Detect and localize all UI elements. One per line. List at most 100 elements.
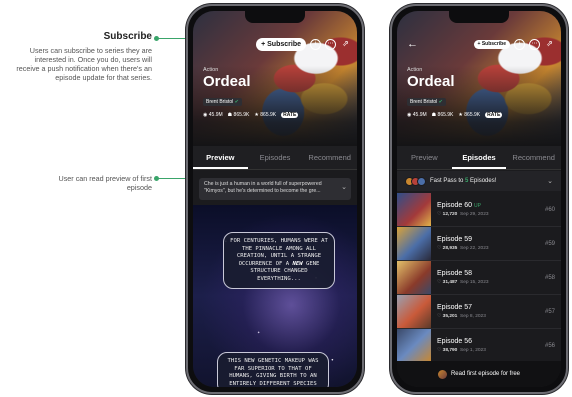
preview-annotation: User can read preview of first episode [36,174,152,192]
episode-row[interactable]: Episode 58 ♡ 31,487 Sep 15, 2023 #58 [397,261,561,295]
star-icon: ★ [458,112,462,118]
subscribe-annotation-body: Users can subscribe to series they are i… [12,46,152,82]
series-meta: Action Ordeal Brent Bristol ✔ ◉ 45.9M ☗ … [203,67,298,118]
info-icon[interactable]: i [514,39,525,50]
episode-preview-panel[interactable]: For centuries, humans were at the pinnac… [193,205,357,387]
subscribers-stat: ☗ 865.9K [432,112,454,118]
episode-number: #58 [545,275,555,281]
series-tabs: Preview Episodes Recommend [397,146,561,170]
fast-pass-count: 5 [465,178,468,184]
episode-thumbnail [397,261,431,294]
episode-row[interactable]: Episode 59 ♡ 28,935 Sep 22, 2023 #59 [397,227,561,261]
share-icon[interactable]: ⇗ [544,39,555,50]
episode-date: Sep 8, 2023 [460,314,486,319]
subscribe-button[interactable]: + Subscribe [256,38,306,51]
more-icon[interactable]: ⋯ [325,39,336,50]
episode-list: Episode 60UP ♡ 12,720 Sep 29, 2023 #60 E… [397,193,561,363]
fast-pass-thumbnails [405,177,426,186]
episode-likes: 12,720 [443,212,458,217]
subscribe-connector-dot [154,36,159,41]
subscribers-stat: ☗ 865.9K [228,112,250,118]
episode-number: #60 [545,207,555,213]
series-title: Ordeal [203,73,298,90]
verified-icon: ✔ [439,99,443,105]
episode-title: Episode 58 [437,270,472,277]
episode-title: Episode 60 [437,202,472,209]
episode-title: Episode 57 [437,304,472,311]
episode-likes: 35,201 [443,314,458,319]
episode-thumbnail [397,193,431,226]
eye-icon: ◉ [203,112,207,118]
series-author[interactable]: Brent Bristol ✔ [407,98,446,106]
tab-recommend[interactable]: Recommend [506,146,561,169]
phone-episodes-topbar: ← + Subscribe i ⋯ ⇗ [403,37,555,51]
phone-episodes-screen: ← + Subscribe i ⋯ ⇗ Action Ordeal Brent … [397,11,561,387]
tab-preview[interactable]: Preview [397,146,452,169]
series-stats: ◉ 45.9M ☗ 865.9K ★ 865.9K RATE [203,112,298,118]
episode-number: #56 [545,343,555,349]
author-name: Brent Bristol [206,99,233,105]
new-badge: UP [474,203,481,209]
comic-caption-bubble: For centuries, humans were at the pinnac… [223,232,335,289]
episode-title: Episode 59 [437,236,472,243]
comic-caption-bubble: This new genetic makeup was far superior… [217,352,329,387]
preview-annotation-body: User can read preview of first episode [36,174,152,192]
episode-likes: 28,935 [443,246,458,251]
tab-preview[interactable]: Preview [193,146,248,169]
verified-icon: ✔ [235,99,239,105]
subscribe-annotation-heading: Subscribe [12,31,152,43]
fast-pass-banner[interactable]: Fast Pass to 5 Episodes! ⌄ [397,171,561,191]
avatar [438,370,447,379]
back-arrow-icon[interactable]: ← [407,38,418,50]
episode-date: Sep 22, 2023 [460,246,489,251]
chevron-down-icon[interactable]: ⌄ [547,177,553,185]
tab-episodes[interactable]: Episodes [248,146,303,169]
series-author[interactable]: Brent Bristol ✔ [203,98,242,106]
phone-notch [449,11,509,23]
views-stat: ◉ 45.9M [407,112,427,118]
eye-icon: ◉ [407,112,411,118]
star-icon: ★ [254,112,258,118]
phone-preview: + Subscribe i ⋯ ⇗ Action Ordeal Brent Br… [186,4,364,394]
tab-recommend[interactable]: Recommend [302,146,357,169]
phone-preview-topbar: + Subscribe i ⋯ ⇗ [199,37,351,51]
feature-showcase: Subscribe Users can subscribe to series … [0,0,572,397]
preview-connector-dot [154,176,159,181]
info-icon[interactable]: i [310,39,321,50]
subscribers-icon: ☗ [228,112,232,118]
subscribe-button[interactable]: + Subscribe [474,40,510,49]
tab-episodes[interactable]: Episodes [452,146,507,169]
read-first-episode-button[interactable]: Read first episode for free [397,361,561,387]
episode-date: Sep 29, 2023 [460,212,489,217]
episode-row[interactable]: Episode 56 ♡ 38,790 Sep 1, 2023 #56 [397,329,561,363]
more-icon[interactable]: ⋯ [529,39,540,50]
episode-thumbnail [397,227,431,260]
likes-stat: ★ 865.9K [458,112,480,118]
series-tabs: Preview Episodes Recommend [193,146,357,170]
episode-date: Sep 1, 2023 [460,348,486,353]
episode-thumbnail [397,329,431,362]
episode-title: Episode 56 [437,338,472,345]
series-title: Ordeal [407,73,502,90]
author-name: Brent Bristol [410,99,437,105]
likes-stat: ★ 865.9K [254,112,276,118]
share-icon[interactable]: ⇗ [340,39,351,50]
rate-badge[interactable]: RATE [485,112,502,118]
read-first-label: Read first episode for free [451,371,520,377]
fast-pass-prefix: Fast Pass to [430,178,463,184]
series-synopsis[interactable]: Che is just a human in a world full of s… [199,178,351,200]
episode-date: Sep 15, 2023 [460,280,489,285]
series-meta: Action Ordeal Brent Bristol ✔ ◉ 45.9M ☗ … [407,67,502,118]
phone-preview-screen: + Subscribe i ⋯ ⇗ Action Ordeal Brent Br… [193,11,357,387]
phone-episodes: ← + Subscribe i ⋯ ⇗ Action Ordeal Brent … [390,4,568,394]
heart-icon: ♡ [437,280,441,285]
chevron-down-icon[interactable]: ⌄ [341,184,347,191]
subscribe-annotation: Subscribe Users can subscribe to series … [12,31,152,82]
views-stat: ◉ 45.9M [203,112,223,118]
episode-row[interactable]: Episode 60UP ♡ 12,720 Sep 29, 2023 #60 [397,193,561,227]
heart-icon: ♡ [437,212,441,217]
rate-badge[interactable]: RATE [281,112,298,118]
episode-row[interactable]: Episode 57 ♡ 35,201 Sep 8, 2023 #57 [397,295,561,329]
episode-thumbnail [397,295,431,328]
heart-icon: ♡ [437,246,441,251]
